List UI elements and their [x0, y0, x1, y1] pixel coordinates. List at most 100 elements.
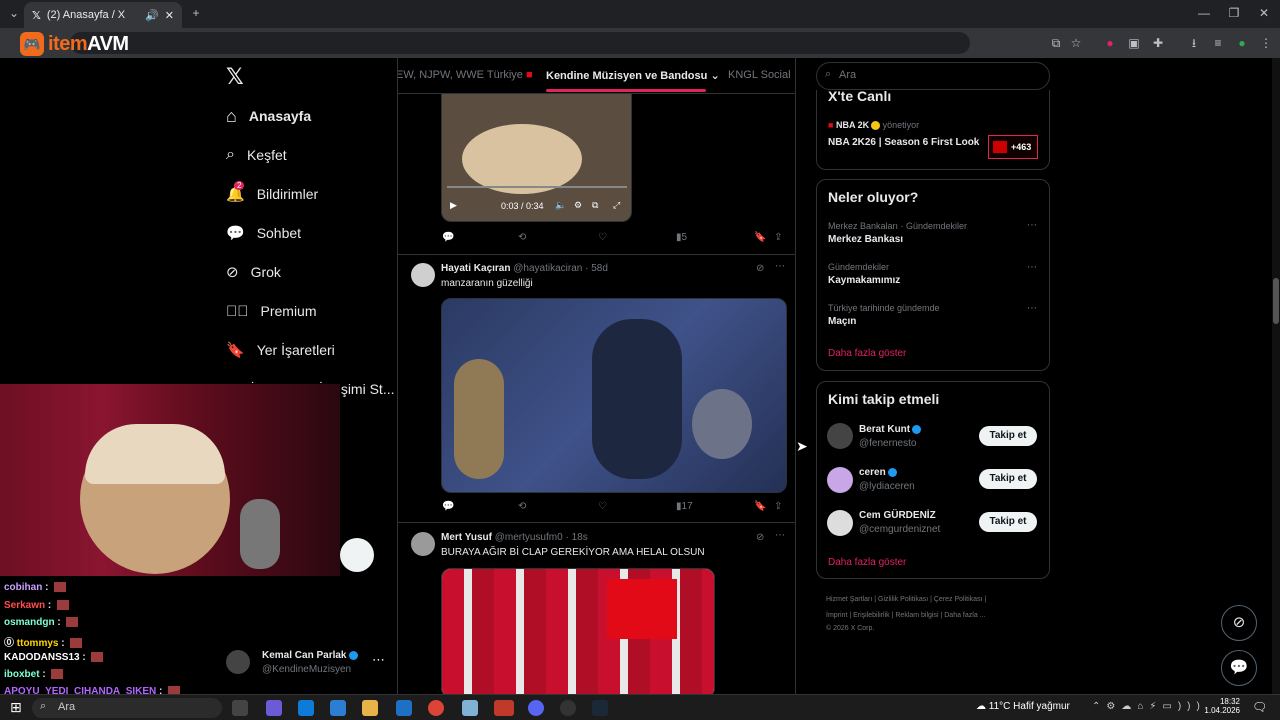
follow-button[interactable]: Takip et: [979, 469, 1037, 489]
page-scrollbar[interactable]: [1272, 58, 1280, 694]
share-icon[interactable]: ⇪: [774, 232, 782, 243]
system-tray-icons[interactable]: ⌃⚙☁⌂⚡▭))): [1092, 701, 1206, 712]
tweet-author[interactable]: Mert Yusuf @mertyusufm0 · 18s: [441, 532, 588, 543]
fullscreen-icon[interactable]: ⤢: [613, 200, 620, 211]
more-icon[interactable]: ⋯: [1027, 303, 1037, 314]
browser-tab[interactable]: 𝕏 (2) Anasayfa / X 🔊 ✕: [24, 2, 182, 28]
windows-start-icon[interactable]: ⊞: [10, 699, 22, 716]
discord-icon[interactable]: [528, 700, 544, 716]
tab-menu-chevron-icon[interactable]: ⌄: [6, 5, 22, 21]
obs-icon[interactable]: [560, 700, 576, 716]
scrollbar-thumb[interactable]: [1273, 278, 1279, 324]
retweet-icon[interactable]: ⟲: [518, 501, 526, 512]
settings-icon[interactable]: ⚙: [574, 200, 582, 211]
tab-list-2[interactable]: Kendine Müzisyen ve Bandosu ⌄: [546, 69, 720, 82]
trend-item[interactable]: Merkez Bankası: [828, 234, 903, 245]
new-tab-icon[interactable]: +: [188, 5, 204, 21]
copilot-icon[interactable]: [266, 700, 282, 716]
suggestion-name[interactable]: Berat Kunt: [859, 424, 922, 435]
download-icon[interactable]: ⭳: [1186, 35, 1202, 51]
task-view-icon[interactable]: [232, 700, 248, 716]
messages-float-button[interactable]: 💬: [1221, 650, 1257, 686]
nav-item-premium[interactable]: ✓⃝ Premium: [226, 296, 317, 326]
reply-icon[interactable]: 💬: [442, 232, 454, 243]
listeners-badge[interactable]: +463: [988, 135, 1038, 159]
tvmetter-icon[interactable]: [494, 700, 514, 716]
steam-icon[interactable]: [592, 700, 608, 716]
tweet-image[interactable]: [441, 568, 715, 698]
avatar[interactable]: [411, 263, 435, 287]
minimize-icon[interactable]: —: [1196, 5, 1212, 21]
nav-item-bookmarks[interactable]: 🔖 Yer İşaretleri: [226, 335, 335, 365]
speaker-icon[interactable]: 🔊: [145, 9, 159, 22]
footer-line[interactable]: İmprint | Erişilebilirlik | Reklam bilgi…: [826, 608, 1046, 624]
avatar[interactable]: [411, 532, 435, 556]
nav-item-grok[interactable]: ⊘ Grok: [226, 257, 281, 287]
nav-item-chat[interactable]: 💬 Sohbet: [226, 218, 301, 248]
tab-list-1[interactable]: EW, NJPW, WWE Türkiye ■: [398, 69, 533, 81]
url-input[interactable]: [70, 32, 970, 54]
post-button[interactable]: [340, 538, 374, 572]
grok-icon[interactable]: ⊘: [756, 532, 764, 543]
notification-center-icon[interactable]: 🗨: [1252, 700, 1267, 714]
more-icon[interactable]: ⋯: [775, 530, 785, 541]
grok-icon[interactable]: ⊘: [756, 263, 764, 274]
mail-icon[interactable]: [396, 700, 412, 716]
more-icon[interactable]: ⋯: [372, 652, 385, 668]
grok-float-button[interactable]: ⊘: [1221, 605, 1257, 641]
file-explorer-icon[interactable]: [362, 700, 378, 716]
more-icon[interactable]: ⋯: [1027, 262, 1037, 273]
live-host[interactable]: ■ NBA 2K yönetiyor: [828, 120, 919, 131]
tweet-author[interactable]: Hayati Kaçıran @hayatikaciran · 58d: [441, 263, 608, 274]
puzzle-icon[interactable]: ✚: [1150, 35, 1166, 51]
reply-icon[interactable]: 💬: [442, 501, 454, 512]
edge-icon[interactable]: [298, 700, 314, 716]
trends-show-more[interactable]: Daha fazla göster: [828, 348, 906, 359]
search-input[interactable]: ⌕ Ara: [816, 62, 1050, 90]
store-icon[interactable]: [330, 700, 346, 716]
follow-button[interactable]: Takip et: [979, 426, 1037, 446]
suggestion-name[interactable]: Cem GÜRDENİZ: [859, 510, 936, 521]
trend-item[interactable]: Kaymakamımız: [828, 275, 900, 286]
follow-show-more[interactable]: Daha fazla göster: [828, 557, 906, 568]
clock[interactable]: 18:32 1.04.2026: [1200, 697, 1240, 715]
install-icon[interactable]: ⧉: [1048, 35, 1064, 51]
like-icon[interactable]: ♡: [598, 232, 607, 243]
retweet-icon[interactable]: ⟲: [518, 232, 526, 243]
share-icon[interactable]: ⇪: [774, 501, 782, 512]
views-count[interactable]: ▮ 17: [676, 501, 693, 512]
volume-icon[interactable]: 🔈: [555, 200, 566, 211]
bookmark-icon[interactable]: 🔖: [754, 501, 766, 512]
extension-icon[interactable]: ●: [1102, 35, 1118, 51]
nav-item-home[interactable]: ⌂ Anasayfa: [226, 101, 311, 131]
bookmark-icon[interactable]: 🔖: [754, 232, 766, 243]
views-count[interactable]: ▮ 5: [676, 232, 687, 243]
tweet-video[interactable]: ▶ 0:03 / 0:34 🔈 ⚙ ⧉ ⤢: [441, 94, 632, 222]
taskbar-search[interactable]: ⌕ Ara: [32, 698, 222, 718]
star-icon[interactable]: ☆: [1068, 35, 1084, 51]
notepad-icon[interactable]: [462, 700, 478, 716]
tweet-video[interactable]: [441, 298, 787, 493]
more-icon[interactable]: ⋯: [775, 261, 785, 272]
tab-list-3[interactable]: KNGL Social: [728, 69, 791, 81]
more-icon[interactable]: ⋯: [1027, 220, 1037, 231]
live-show-title[interactable]: NBA 2K26 | Season 6 First Look: [828, 137, 979, 148]
nav-item-notifications[interactable]: 🔔 2 Bildirimler: [226, 179, 318, 209]
maximize-icon[interactable]: ❐: [1226, 5, 1242, 21]
extension-icon-2[interactable]: ▣: [1126, 35, 1142, 51]
pip-icon[interactable]: ⧉: [592, 200, 598, 211]
suggestion-name[interactable]: ceren: [859, 467, 897, 478]
weather-widget[interactable]: ☁ 11°C Hafif yağmur: [976, 701, 1070, 712]
trend-item[interactable]: Maçın: [828, 316, 856, 327]
play-icon[interactable]: ▶: [450, 200, 457, 211]
follow-button[interactable]: Takip et: [979, 512, 1037, 532]
profile-icon[interactable]: ●: [1234, 35, 1250, 51]
nav-item-explore[interactable]: ⌕ Keşfet: [226, 140, 287, 170]
profile-switcher[interactable]: Kemal Can Parlak @KendineMuzisyen ⋯: [226, 648, 391, 680]
like-icon[interactable]: ♡: [598, 501, 607, 512]
avatar[interactable]: [827, 510, 853, 536]
tab-close-icon[interactable]: ✕: [165, 9, 174, 22]
browser-menu-icon[interactable]: ⋮: [1258, 35, 1274, 51]
media-control-icon[interactable]: ≡: [1210, 35, 1226, 51]
avatar[interactable]: [827, 467, 853, 493]
